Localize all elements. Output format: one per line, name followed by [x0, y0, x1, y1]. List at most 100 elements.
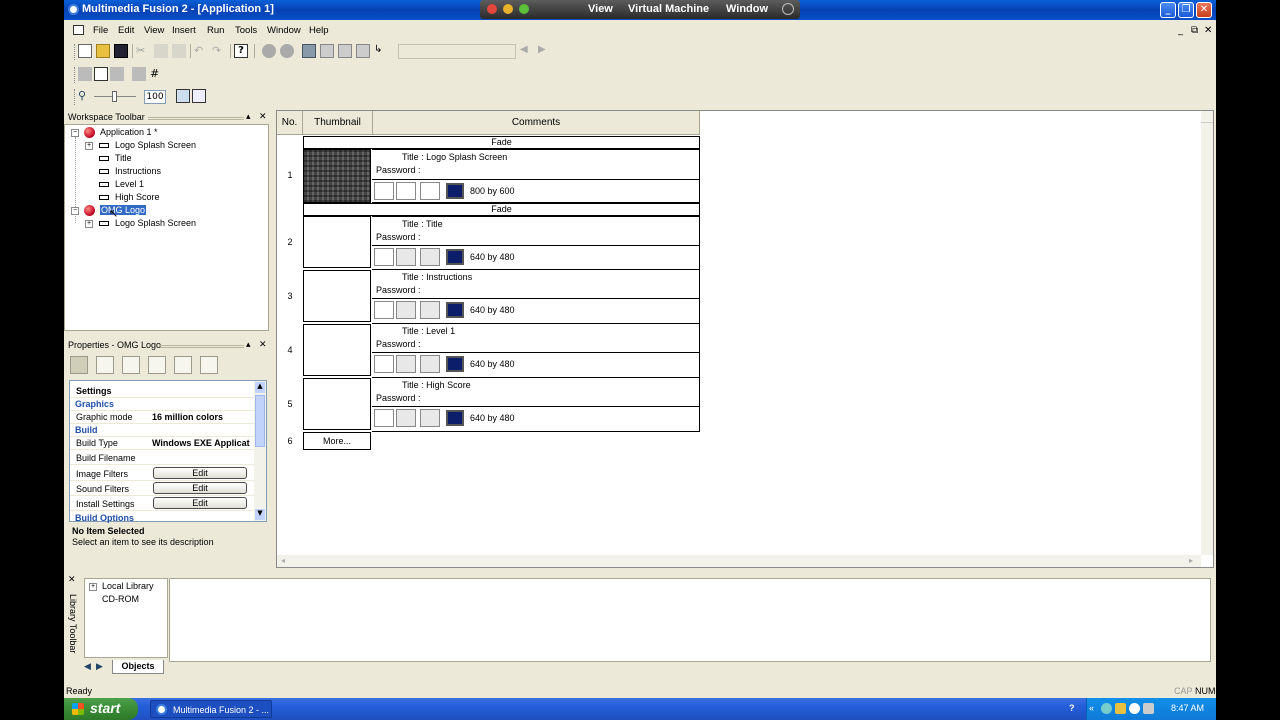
tab-prev-icon[interactable]: ◀ — [84, 662, 91, 672]
values-tab-icon[interactable] — [148, 356, 166, 374]
vm-tools-icon[interactable] — [1143, 703, 1154, 714]
transition-out-icon[interactable] — [420, 248, 440, 266]
taskbar-item-mmf2[interactable]: Multimedia Fusion 2 - ... — [150, 700, 272, 718]
run-frame-icon[interactable] — [280, 44, 294, 58]
frame-title[interactable]: Title : Logo Splash Screen — [402, 152, 507, 162]
storyboard-frame-row[interactable]: 4 Title : Level 1 Password : 640 by 480 — [277, 324, 700, 378]
library-content[interactable] — [169, 578, 1211, 662]
storyboard-view-icon[interactable] — [176, 89, 190, 103]
fade-out-icon[interactable] — [396, 301, 416, 319]
frame-thumbnail[interactable] — [303, 270, 371, 322]
tree-item-frame[interactable]: + Logo Splash Screen — [85, 140, 255, 153]
vm-options-icon[interactable] — [782, 3, 794, 15]
storyboard-horizontal-scrollbar[interactable]: ◂ ▸ — [277, 555, 1201, 567]
vm-menu-view[interactable]: View — [588, 3, 613, 15]
close-button[interactable]: ✕ — [1196, 2, 1212, 18]
expand-icon[interactable]: + — [85, 220, 93, 228]
hash-icon[interactable]: # — [150, 67, 164, 81]
about-tab-icon[interactable] — [200, 356, 218, 374]
transition-out-icon[interactable] — [420, 182, 440, 200]
grid-icon[interactable] — [94, 67, 108, 81]
scroll-down-icon[interactable]: ▼ — [255, 509, 265, 520]
frame-thumbnail[interactable] — [303, 378, 371, 430]
scroll-thumb[interactable] — [255, 395, 265, 447]
mdi-restore-icon[interactable]: ⧉ — [1191, 25, 1198, 36]
clock[interactable]: 8:47 AM — [1171, 703, 1204, 713]
tree-item-frame[interactable]: Instructions — [85, 166, 255, 179]
menu-file[interactable]: File — [93, 25, 108, 36]
frame-password[interactable]: Password : — [376, 165, 421, 175]
detail-view-icon[interactable] — [192, 89, 206, 103]
chevron-icon[interactable]: « — [1089, 703, 1100, 714]
storyboard-frame-row[interactable]: 2 Title : Title Password : 640 by 480 — [277, 216, 700, 270]
runtime-tab-icon[interactable] — [122, 356, 140, 374]
fade-in-icon[interactable] — [374, 182, 394, 200]
vm-menu-window[interactable]: Window — [726, 3, 768, 15]
menu-window[interactable]: Window — [267, 25, 301, 36]
frame-editor-icon[interactable] — [320, 44, 334, 58]
frame-title[interactable]: Title : Title — [402, 219, 443, 229]
zoom-dot-icon[interactable] — [519, 4, 529, 14]
storyboard-more-row[interactable]: 6 More... — [277, 432, 700, 450]
minimize-dot-icon[interactable] — [503, 4, 513, 14]
help-tray-icon[interactable]: ? — [1069, 703, 1080, 714]
zoom-slider-thumb[interactable] — [112, 91, 117, 102]
layer-icon[interactable] — [132, 67, 146, 81]
frame-password[interactable]: Password : — [376, 232, 421, 242]
transition-label[interactable]: Fade — [303, 136, 700, 149]
panel-close-icon[interactable]: ✕ — [259, 111, 267, 122]
frame-title[interactable]: Title : Level 1 — [402, 326, 455, 336]
network-icon[interactable] — [1101, 703, 1112, 714]
event-editor-icon[interactable] — [338, 44, 352, 58]
tree-item-frame[interactable]: Level 1 — [85, 179, 255, 192]
panel-close-icon[interactable]: ✕ — [259, 339, 267, 350]
frame-size-icon[interactable] — [446, 249, 464, 265]
paste-icon[interactable] — [172, 44, 186, 58]
update-icon[interactable] — [1129, 703, 1140, 714]
zoom-input[interactable]: 100 — [144, 90, 166, 104]
fade-in-icon[interactable] — [374, 248, 394, 266]
storyboard-editor-icon[interactable] — [302, 44, 316, 58]
frame-size-icon[interactable] — [446, 410, 464, 426]
sound-filters-edit-button[interactable]: Edit — [153, 482, 247, 494]
scroll-up-icon[interactable] — [1201, 111, 1213, 123]
storyboard-frame-row[interactable]: 3 Title : Instructions Password : 640 by… — [277, 270, 700, 324]
library-item-local[interactable]: + Local Library — [89, 581, 167, 594]
panel-menu-icon[interactable]: ▴ — [246, 339, 251, 350]
menu-tools[interactable]: Tools — [235, 25, 257, 36]
next-frame-icon[interactable]: ▶ — [538, 44, 552, 58]
tree-item-application[interactable]: − OMG Logo — [71, 205, 261, 218]
library-close-icon[interactable]: ✕ — [68, 575, 76, 585]
scroll-up-icon[interactable]: ▲ — [255, 382, 265, 393]
expand-icon[interactable]: + — [89, 583, 97, 591]
frame-size-icon[interactable] — [446, 356, 464, 372]
frame-size[interactable]: 800 by 600 — [470, 186, 515, 196]
fade-in-icon[interactable] — [374, 355, 394, 373]
menu-help[interactable]: Help — [309, 25, 329, 36]
run-application-icon[interactable] — [262, 44, 276, 58]
copy-icon[interactable] — [154, 44, 168, 58]
column-header-no[interactable]: No. — [277, 111, 303, 135]
frame-size[interactable]: 640 by 480 — [470, 359, 515, 369]
tree-item-frame[interactable]: High Score — [85, 192, 255, 205]
fade-out-icon[interactable] — [396, 248, 416, 266]
fade-out-icon[interactable] — [396, 182, 416, 200]
install-settings-edit-button[interactable]: Edit — [153, 497, 247, 509]
cut-icon[interactable]: ✂ — [136, 44, 150, 58]
tree-item-application[interactable]: − Application 1 * — [71, 127, 261, 140]
settings-tab-icon[interactable] — [70, 356, 88, 374]
fade-out-icon[interactable] — [396, 409, 416, 427]
help-icon[interactable]: ? — [234, 44, 248, 58]
transition-out-icon[interactable] — [420, 355, 440, 373]
scroll-right-icon[interactable]: ▸ — [1189, 556, 1193, 565]
storyboard-frame-row[interactable]: 5 Title : High Score Password : 640 by 4… — [277, 378, 700, 432]
frame-thumbnail[interactable] — [303, 216, 371, 268]
image-filters-edit-button[interactable]: Edit — [153, 467, 247, 479]
frame-size[interactable]: 640 by 480 — [470, 305, 515, 315]
collapse-icon[interactable]: − — [71, 129, 79, 137]
data-elements-icon[interactable]: ↳ — [374, 44, 388, 58]
fade-out-icon[interactable] — [396, 355, 416, 373]
start-button[interactable]: start — [64, 698, 138, 720]
mdi-minimize-icon[interactable]: _ — [1178, 25, 1183, 36]
restore-button[interactable]: ❐ — [1178, 2, 1194, 18]
